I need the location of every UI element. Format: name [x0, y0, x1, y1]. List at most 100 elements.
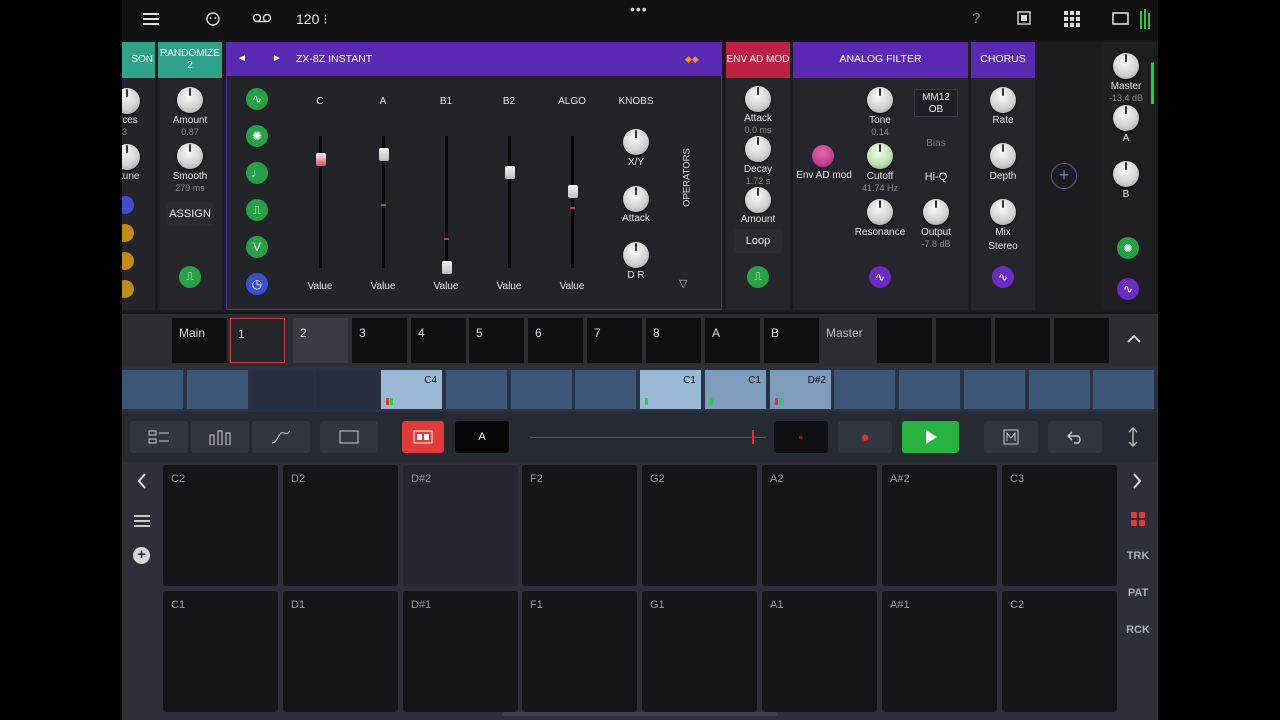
clock-icon[interactable]: ◷ [246, 273, 268, 295]
amount-knob[interactable] [177, 87, 203, 113]
pat-mode-button[interactable]: PAT [1123, 587, 1153, 599]
chevron-left-icon[interactable] [136, 472, 148, 495]
pattern-cell[interactable] [511, 370, 572, 409]
synth-next-button[interactable]: ► [272, 53, 282, 64]
level-meter-icon[interactable] [1140, 9, 1152, 33]
pad[interactable]: A#2 [882, 465, 997, 586]
slider-b1-track[interactable] [445, 136, 448, 268]
fullscreen-icon[interactable] [1112, 12, 1129, 29]
record-button[interactable]: ● [838, 421, 892, 453]
track-tab-master[interactable]: Master [819, 318, 874, 363]
smooth-knob[interactable] [177, 143, 203, 169]
pattern-cell[interactable]: C1 [640, 370, 701, 409]
track-tab-empty-2[interactable] [936, 318, 991, 363]
timeline-scrubber[interactable] [530, 430, 766, 444]
cutoff-knob[interactable] [867, 143, 893, 169]
rate-knob[interactable] [990, 87, 1016, 113]
pattern-cell[interactable] [575, 370, 636, 409]
filter-mode-selector[interactable]: MM12 OB [914, 89, 958, 117]
pad[interactable]: A1 [762, 591, 877, 712]
pattern-cell[interactable] [964, 370, 1025, 409]
sine-icon[interactable]: ∿ [1117, 278, 1139, 300]
env-attack-knob[interactable] [745, 86, 771, 112]
track-tab-7[interactable]: 7 [587, 318, 642, 363]
env-icon[interactable] [122, 224, 134, 242]
sine-icon[interactable]: ∿ [992, 266, 1014, 288]
pad[interactable]: G2 [642, 465, 757, 586]
pad[interactable]: C3 [1002, 465, 1117, 586]
resize-arrows-icon[interactable] [1126, 427, 1140, 452]
track-tab-8[interactable]: 8 [646, 318, 701, 363]
env-mod-knob[interactable] [812, 145, 834, 167]
note-icon[interactable]: ♩ [246, 162, 268, 184]
rck-mode-button[interactable]: RCK [1123, 624, 1153, 636]
stereo-toggle[interactable]: Stereo [963, 241, 1043, 252]
slider-b2-track[interactable] [508, 136, 511, 268]
pad[interactable]: G1 [642, 591, 757, 712]
play-button[interactable] [902, 421, 959, 453]
pad[interactable]: F2 [522, 465, 637, 586]
clip-record-button[interactable] [402, 421, 444, 453]
track-tab-6[interactable]: 6 [528, 318, 583, 363]
sine-icon[interactable] [122, 196, 134, 214]
track-tab-empty-1[interactable] [877, 318, 932, 363]
env-amount-knob[interactable] [745, 187, 771, 213]
loop-button[interactable]: Loop [734, 229, 782, 253]
square-wave-icon[interactable]: ⎍ [747, 266, 769, 288]
tape-icon[interactable] [252, 13, 272, 29]
pad[interactable]: A2 [762, 465, 877, 586]
slider-b2-thumb[interactable] [504, 166, 515, 179]
chevron-right-icon[interactable] [1131, 472, 1143, 495]
slider-c-thumb[interactable] [315, 153, 326, 166]
output-knob[interactable] [923, 199, 949, 225]
track-tab-empty-4[interactable] [1054, 318, 1109, 363]
smiley-icon[interactable] [205, 11, 221, 31]
synth-attack-knob[interactable] [623, 186, 649, 212]
master-volume-knob[interactable] [1113, 53, 1139, 79]
pad[interactable]: C1 [163, 591, 278, 712]
synth-link-icon[interactable]: ◆◆ [685, 54, 699, 65]
more-dots-icon[interactable]: ••• [630, 2, 648, 16]
add-pad-icon[interactable]: + [133, 547, 150, 564]
track-tab-1[interactable]: 1 [230, 318, 285, 363]
pad[interactable]: F1 [522, 591, 637, 712]
scene-a-button[interactable]: A [455, 421, 509, 453]
expand-down-icon[interactable]: ▽ [679, 277, 687, 290]
pad[interactable]: C2 [1002, 591, 1117, 712]
dr-knob[interactable] [623, 242, 649, 268]
pad[interactable]: D1 [283, 591, 398, 712]
track-tab-3[interactable]: 3 [352, 318, 407, 363]
add-module-icon[interactable]: + [1051, 163, 1077, 189]
selection-button[interactable] [320, 421, 378, 453]
hamburger-icon[interactable] [142, 10, 160, 28]
master-a-knob[interactable] [1113, 105, 1139, 131]
track-tab-4[interactable]: 4 [411, 318, 466, 363]
square-wave-icon[interactable]: ⎍ [246, 199, 268, 221]
pad[interactable]: D#1 [403, 591, 518, 712]
mixer-layout-button[interactable] [130, 421, 188, 453]
metronome-button[interactable] [984, 421, 1038, 453]
sine-icon[interactable]: ∿ [869, 266, 891, 288]
synth-prev-button[interactable]: ◄ [237, 53, 247, 64]
list-icon[interactable] [134, 514, 150, 533]
pattern-cell[interactable] [187, 370, 248, 409]
master-b-knob[interactable] [1113, 161, 1139, 187]
pads-grid-icon[interactable] [1131, 512, 1145, 531]
loop-record-button[interactable]: ● [774, 421, 828, 453]
pattern-cell[interactable] [252, 370, 313, 409]
pad[interactable]: A#1 [882, 591, 997, 712]
synth-preset-title[interactable]: ZX-8Z INSTANT [296, 53, 372, 65]
pattern-cell[interactable] [446, 370, 507, 409]
xy-knob[interactable] [623, 129, 649, 155]
mix-knob[interactable] [990, 199, 1016, 225]
pattern-cell[interactable] [122, 370, 183, 409]
velocity-icon[interactable] [122, 280, 134, 298]
trk-mode-button[interactable]: TRK [1123, 550, 1153, 562]
tempo-display[interactable]: 120 ⁝ [296, 11, 328, 28]
help-icon[interactable]: ? [972, 11, 980, 26]
velocity-icon[interactable]: V [246, 236, 268, 258]
track-tab-empty-3[interactable] [995, 318, 1050, 363]
bars-view-button[interactable] [191, 421, 249, 453]
env-decay-knob[interactable] [745, 136, 771, 162]
gear-icon[interactable]: ✺ [1117, 237, 1139, 259]
